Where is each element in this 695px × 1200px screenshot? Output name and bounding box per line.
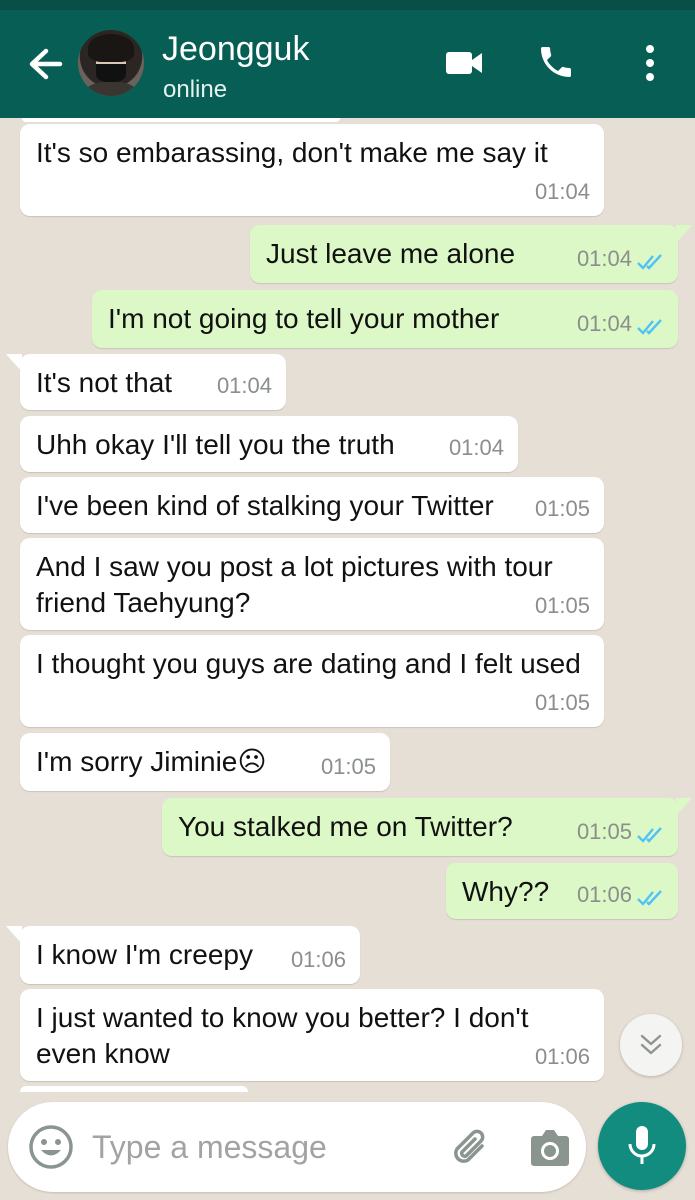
message-bubble-incoming[interactable]: I've been kind of stalking your Twitter … [20,477,604,533]
partial-message-top [22,118,340,122]
message-time: 01:06 [290,947,346,972]
message-bubble-incoming[interactable]: I know I'm creepy 01:06 [20,926,360,984]
message-time: 01:04 [216,373,272,398]
message-bubble-incoming[interactable]: I'm sorry Jiminie☹ 01:05 [20,733,390,791]
message-time: 01:05 [320,754,376,779]
message-time: 01:05 [576,819,632,844]
message-text: Uhh okay I'll tell you the truth [36,429,395,460]
message-text: Why?? [462,876,550,907]
attach-icon[interactable] [448,1124,496,1172]
message-text: I thought you guys are dating and I felt… [36,648,581,679]
message-bubble-incoming[interactable]: Uhh okay I'll tell you the truth 01:04 [20,416,518,472]
message-time: 01:05 [534,593,590,618]
more-options-icon[interactable] [640,40,660,86]
message-text: And I saw you post a lot pictures with t… [36,551,553,618]
read-receipt-icon [637,827,662,843]
message-bubble-outgoing[interactable]: Why?? 01:06 [446,863,678,919]
message-text: I've been kind of stalking your Twitter [36,490,494,521]
message-time: 01:05 [534,690,590,715]
contact-name[interactable]: Jeongguk [162,30,309,69]
message-time: 01:06 [534,1044,590,1069]
scroll-to-bottom-button[interactable] [620,1014,682,1076]
message-time: 01:06 [576,882,632,907]
avatar[interactable] [78,30,144,96]
message-bubble-incoming[interactable]: I thought you guys are dating and I felt… [20,635,604,727]
back-arrow-icon[interactable] [24,44,68,84]
voice-message-button[interactable] [598,1102,686,1190]
read-receipt-icon [637,890,662,906]
chat-header: Jeongguk online [0,10,695,118]
message-input[interactable] [92,1122,432,1172]
message-composer [8,1102,586,1192]
message-bubble-incoming[interactable]: I just wanted to know you better? I don'… [20,989,604,1081]
chevron-down-icon [640,1034,662,1055]
message-time: 01:04 [534,179,590,204]
status-bar [0,0,695,10]
read-receipt-icon [637,319,662,335]
message-text: I just wanted to know you better? I don'… [36,1002,529,1069]
phone-call-icon[interactable] [536,42,576,82]
message-time: 01:04 [448,435,504,460]
message-bubble-outgoing[interactable]: You stalked me on Twitter? 01:05 [162,798,678,856]
camera-icon[interactable] [524,1124,576,1172]
bubble-tail [676,798,692,816]
microphone-icon [628,1126,656,1164]
partial-message-bottom [20,1086,248,1092]
message-bubble-outgoing[interactable]: Just leave me alone 01:04 [250,225,678,283]
message-text: It's so embarassing, don't make me say i… [36,137,548,168]
message-bubble-incoming[interactable]: It's not that 01:04 [20,354,286,410]
message-bubble-incoming[interactable]: It's so embarassing, don't make me say i… [20,124,604,216]
emoji-icon[interactable] [28,1124,74,1170]
bubble-tail [676,225,692,243]
message-bubble-outgoing[interactable]: I'm not going to tell your mother 01:04 [92,290,678,348]
message-time: 01:04 [576,246,632,271]
message-time: 01:05 [534,496,590,521]
message-list[interactable]: It's so embarassing, don't make me say i… [0,118,695,1200]
read-receipt-icon [637,254,662,270]
message-bubble-incoming[interactable]: And I saw you post a lot pictures with t… [20,538,604,630]
message-time: 01:04 [576,311,632,336]
video-call-icon[interactable] [444,46,484,80]
contact-status: online [163,76,228,103]
